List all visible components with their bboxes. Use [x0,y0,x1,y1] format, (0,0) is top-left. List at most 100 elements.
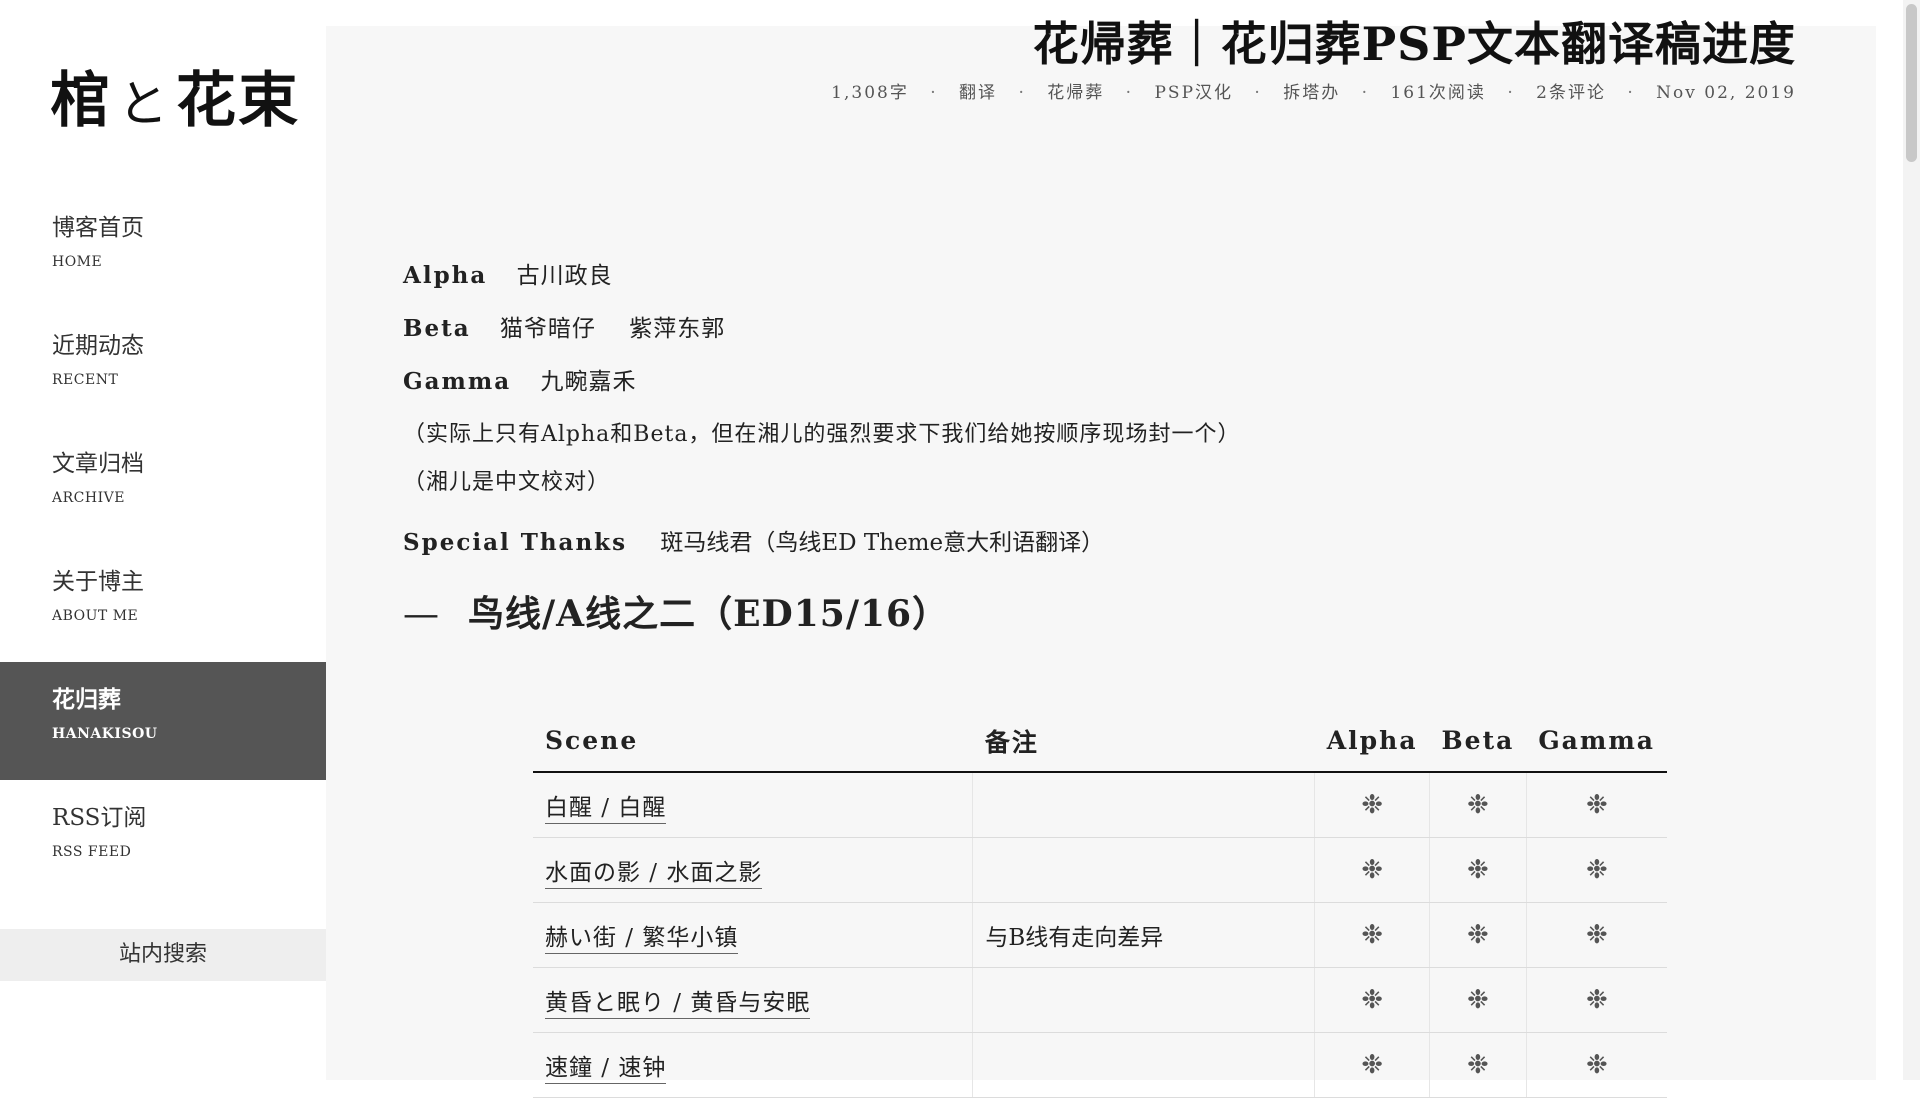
note-paragraph: （湘儿是中文校对） [403,470,611,495]
read-count: 161次阅读 [1390,83,1486,103]
alpha-done-mark: ❉ [1314,902,1431,968]
tag-link[interactable]: PSP汉化 [1154,83,1233,103]
scene-link[interactable]: 水面の影 / 水面之影 [545,859,763,889]
meta-separator: · [930,83,938,103]
progress-table: Scene 备注 Alpha Beta Gamma 白醒 / 白醒 ❉ ❉ ❉ … [533,710,1667,1098]
word-count: 1,308字 [831,83,909,103]
nav-item-hanakisou[interactable]: 花归葬 HANAKISOU [0,662,352,780]
credit-name: 古川政良 [516,263,613,289]
meta-separator: · [1627,83,1635,103]
thanks-role: Special Thanks [403,529,628,556]
col-header-beta: Beta [1429,710,1527,773]
nav-item-label: 博客首页 [52,215,144,241]
note-cell [972,1032,1316,1098]
scene-link[interactable]: 黄昏と眠り / 黄昏与安眠 [545,989,811,1019]
col-header-gamma: Gamma [1526,710,1667,773]
nav-item-sublabel: RECENT [52,372,119,388]
scene-cell: 赫い街 / 繁华小镇 [533,902,973,968]
logo-text-1: 棺 [50,66,112,136]
nav-item-sublabel: ARCHIVE [52,490,125,506]
scene-link[interactable]: 赫い街 / 繁华小镇 [545,924,739,954]
site-logo[interactable]: 棺と花束 [50,52,300,139]
scene-cell: 黄昏と眠り / 黄昏与安眠 [533,967,973,1033]
note-cell: 与B线有走向差异 [972,902,1316,968]
sidebar-nav: 博客首页 HOME 近期动态 RECENT 文章归档 ARCHIVE 关于博主 … [0,190,352,898]
post-date: Nov 02, 2019 [1656,83,1796,103]
meta-separator: · [1507,83,1515,103]
nav-item-label: 花归葬 [52,686,121,713]
page-scrollbar[interactable] [1903,0,1920,1080]
nav-item-sublabel: ABOUT ME [52,608,139,624]
note-cell [972,837,1316,903]
nav-item-label: 关于博主 [52,569,144,595]
nav-item-about[interactable]: 关于博主 ABOUT ME [0,544,352,662]
gamma-done-mark: ❉ [1526,902,1667,968]
credit-beta: Beta 猫爷暗仔 紫萍东郭 [403,315,1803,343]
scene-link[interactable]: 白醒 / 白醒 [545,794,667,824]
beta-done-mark: ❉ [1429,772,1527,838]
scene-cell: 水面の影 / 水面之影 [533,837,973,903]
credit-role: Alpha [403,262,488,289]
alpha-done-mark: ❉ [1314,837,1431,903]
beta-done-mark: ❉ [1429,967,1527,1033]
meta-separator: · [1018,83,1026,103]
credit-role: Gamma [403,368,512,395]
gamma-done-mark: ❉ [1526,967,1667,1033]
col-header-alpha: Alpha [1314,710,1430,773]
gamma-done-mark: ❉ [1526,772,1667,838]
credit-name: 九畹嘉禾 [540,369,637,395]
credit-gamma: Gamma 九畹嘉禾 [403,368,1803,396]
table-row: 水面の影 / 水面之影 ❉ ❉ ❉ [533,837,1667,903]
category-link[interactable]: 翻译 [959,83,997,103]
nav-item-label: 文章归档 [52,451,144,477]
note-paragraph: （实际上只有Alpha和Beta，但在湘儿的强烈要求下我们给她按顺序现场封一个） [403,422,1241,447]
sidebar: 棺と花束 博客首页 HOME 近期动态 RECENT 文章归档 ARCHIVE … [0,0,352,1080]
nav-item-rss[interactable]: RSS订阅 RSS FEED [0,780,352,898]
heading-dash: — [403,594,440,635]
meta-separator: · [1254,83,1262,103]
nav-item-sublabel: HANAKISOU [52,726,158,742]
comment-count[interactable]: 2条评论 [1536,83,1606,103]
nav-item-label: 近期动态 [52,333,144,359]
heading-text: 鸟线/A线之二（ED15/16） [468,593,950,635]
table-row: 黄昏と眠り / 黄昏与安眠 ❉ ❉ ❉ [533,967,1667,1033]
alpha-done-mark: ❉ [1314,967,1431,1033]
thanks-text: 斑马线君（鸟线ED Theme意大利语翻译） [660,530,1105,556]
col-header-note: 备注 [972,710,1315,773]
nav-item-label: RSS订阅 [52,805,147,831]
nav-item-home[interactable]: 博客首页 HOME [0,190,352,308]
gamma-done-mark: ❉ [1526,1032,1667,1098]
logo-text-2: と [118,75,170,133]
nav-item-sublabel: RSS FEED [52,844,132,860]
post-meta: 1,308字 · 翻译 · 花帰葬 · PSP汉化 · 拆塔办 · 161次阅读… [831,78,1796,103]
credit-name: 猫爷暗仔 [499,316,596,342]
section-heading: — 鸟线/A线之二（ED15/16） [403,585,1803,637]
post-body: Alpha 古川政良 Beta 猫爷暗仔 紫萍东郭 Gamma 九畹嘉禾 （实际… [403,262,1803,667]
scene-cell: 白醒 / 白醒 [533,772,973,838]
note-cell [972,772,1316,838]
post-title: 花帰葬｜花归葬PSP文本翻译稿进度 [1032,17,1796,71]
meta-separator: · [1361,83,1370,103]
site-search-button[interactable]: 站内搜索 [0,929,326,981]
table-row: 速鐘 / 速钟 ❉ ❉ ❉ [533,1032,1667,1098]
nav-item-archive[interactable]: 文章归档 ARCHIVE [0,426,352,544]
credit-role: Beta [403,315,471,342]
beta-done-mark: ❉ [1429,1032,1527,1098]
scrollbar-thumb[interactable] [1906,4,1917,162]
table-header-row: Scene 备注 Alpha Beta Gamma [533,710,1667,773]
special-thanks: Special Thanks 斑马线君（鸟线ED Theme意大利语翻译） [403,523,1803,557]
nav-item-recent[interactable]: 近期动态 RECENT [0,308,352,426]
col-header-scene: Scene [533,710,973,773]
beta-done-mark: ❉ [1429,902,1527,968]
nav-item-sublabel: HOME [52,254,103,270]
alpha-done-mark: ❉ [1314,1032,1431,1098]
alpha-done-mark: ❉ [1314,772,1431,838]
gamma-done-mark: ❉ [1526,837,1667,903]
scene-link[interactable]: 速鐘 / 速钟 [545,1054,667,1084]
scene-cell: 速鐘 / 速钟 [533,1032,973,1098]
tag-link[interactable]: 花帰葬 [1047,83,1104,103]
table-row: 白醒 / 白醒 ❉ ❉ ❉ [533,772,1667,838]
meta-separator: · [1125,83,1134,103]
beta-done-mark: ❉ [1429,837,1527,903]
tag-link[interactable]: 拆塔办 [1283,83,1340,103]
